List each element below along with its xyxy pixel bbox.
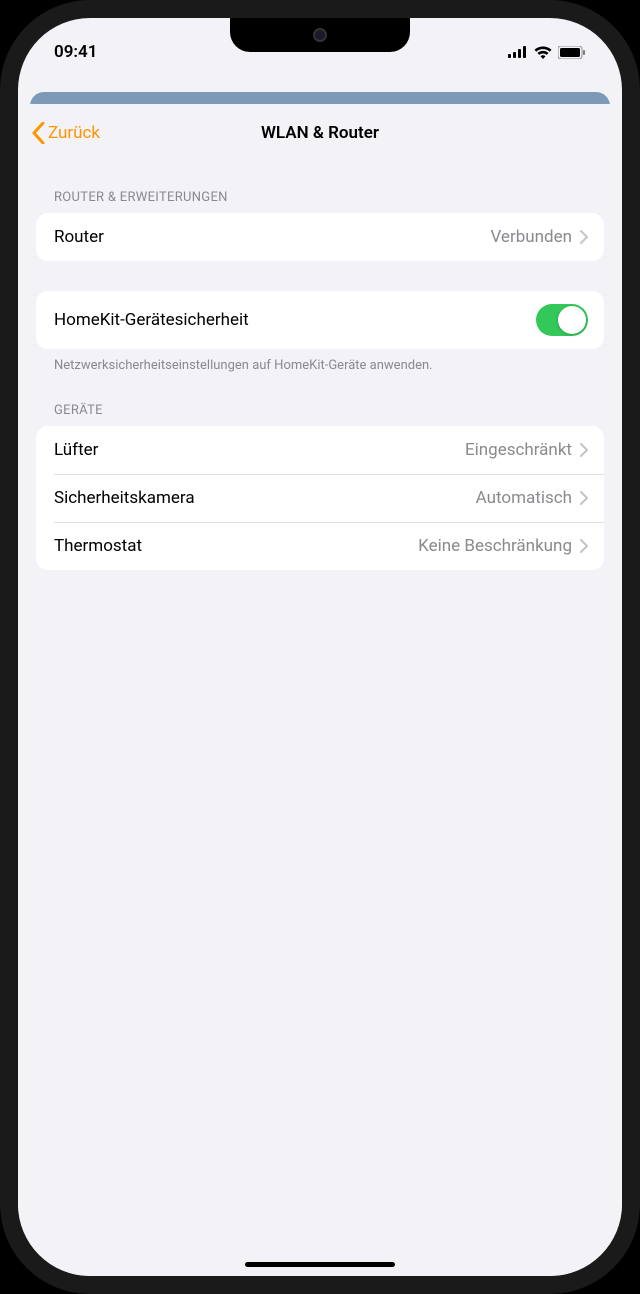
router-row[interactable]: Router Verbunden — [36, 213, 604, 261]
content: ROUTER & ERWEITERUNGEN Router Verbunden … — [18, 162, 622, 570]
homekit-security-row: HomeKit-Gerätesicherheit — [36, 291, 604, 349]
device-label: Sicherheitskamera — [54, 488, 195, 508]
home-indicator[interactable] — [245, 1262, 395, 1267]
security-footer: Netzwerksicherheitseinstellungen auf Hom… — [36, 349, 604, 375]
router-row-value: Verbunden — [490, 227, 572, 247]
security-group: HomeKit-Gerätesicherheit — [36, 291, 604, 349]
router-row-label: Router — [54, 227, 104, 247]
device-label: Lüfter — [54, 440, 98, 460]
homekit-security-toggle[interactable] — [536, 304, 588, 336]
page-title: WLAN & Router — [261, 123, 379, 143]
chevron-right-icon — [580, 491, 588, 505]
front-camera — [313, 28, 327, 42]
section-header-devices: GERÄTE — [36, 375, 604, 426]
wifi-icon — [534, 46, 552, 59]
status-time: 09:41 — [54, 42, 97, 62]
device-label: Thermostat — [54, 536, 142, 556]
device-value: Keine Beschränkung — [418, 536, 572, 556]
chevron-left-icon — [32, 122, 45, 144]
phone-screen: 09:41 Zurück WLAN & Router — [18, 18, 622, 1276]
device-value: Eingeschränkt — [465, 440, 572, 460]
device-row-luefter[interactable]: Lüfter Eingeschränkt — [36, 426, 604, 474]
nav-bar: Zurück WLAN & Router — [18, 104, 622, 162]
battery-icon — [558, 46, 586, 59]
router-group: Router Verbunden — [36, 213, 604, 261]
settings-sheet: Zurück WLAN & Router ROUTER & ERWEITERUN… — [18, 104, 622, 1276]
back-button-label: Zurück — [48, 123, 100, 143]
chevron-right-icon — [580, 230, 588, 244]
phone-frame: 09:41 Zurück WLAN & Router — [0, 0, 640, 1294]
chevron-right-icon — [580, 443, 588, 457]
back-button[interactable]: Zurück — [32, 122, 100, 144]
device-value: Automatisch — [476, 488, 572, 508]
homekit-security-label: HomeKit-Gerätesicherheit — [54, 310, 249, 330]
status-icons — [508, 46, 586, 59]
section-header-router: ROUTER & ERWEITERUNGEN — [36, 162, 604, 213]
chevron-right-icon — [580, 539, 588, 553]
notch — [230, 18, 410, 52]
device-row-sicherheitskamera[interactable]: Sicherheitskamera Automatisch — [54, 474, 604, 522]
cellular-signal-icon — [508, 46, 528, 58]
devices-group: Lüfter Eingeschränkt Sicherheitskamera A… — [36, 426, 604, 570]
device-row-thermostat[interactable]: Thermostat Keine Beschränkung — [54, 522, 604, 570]
